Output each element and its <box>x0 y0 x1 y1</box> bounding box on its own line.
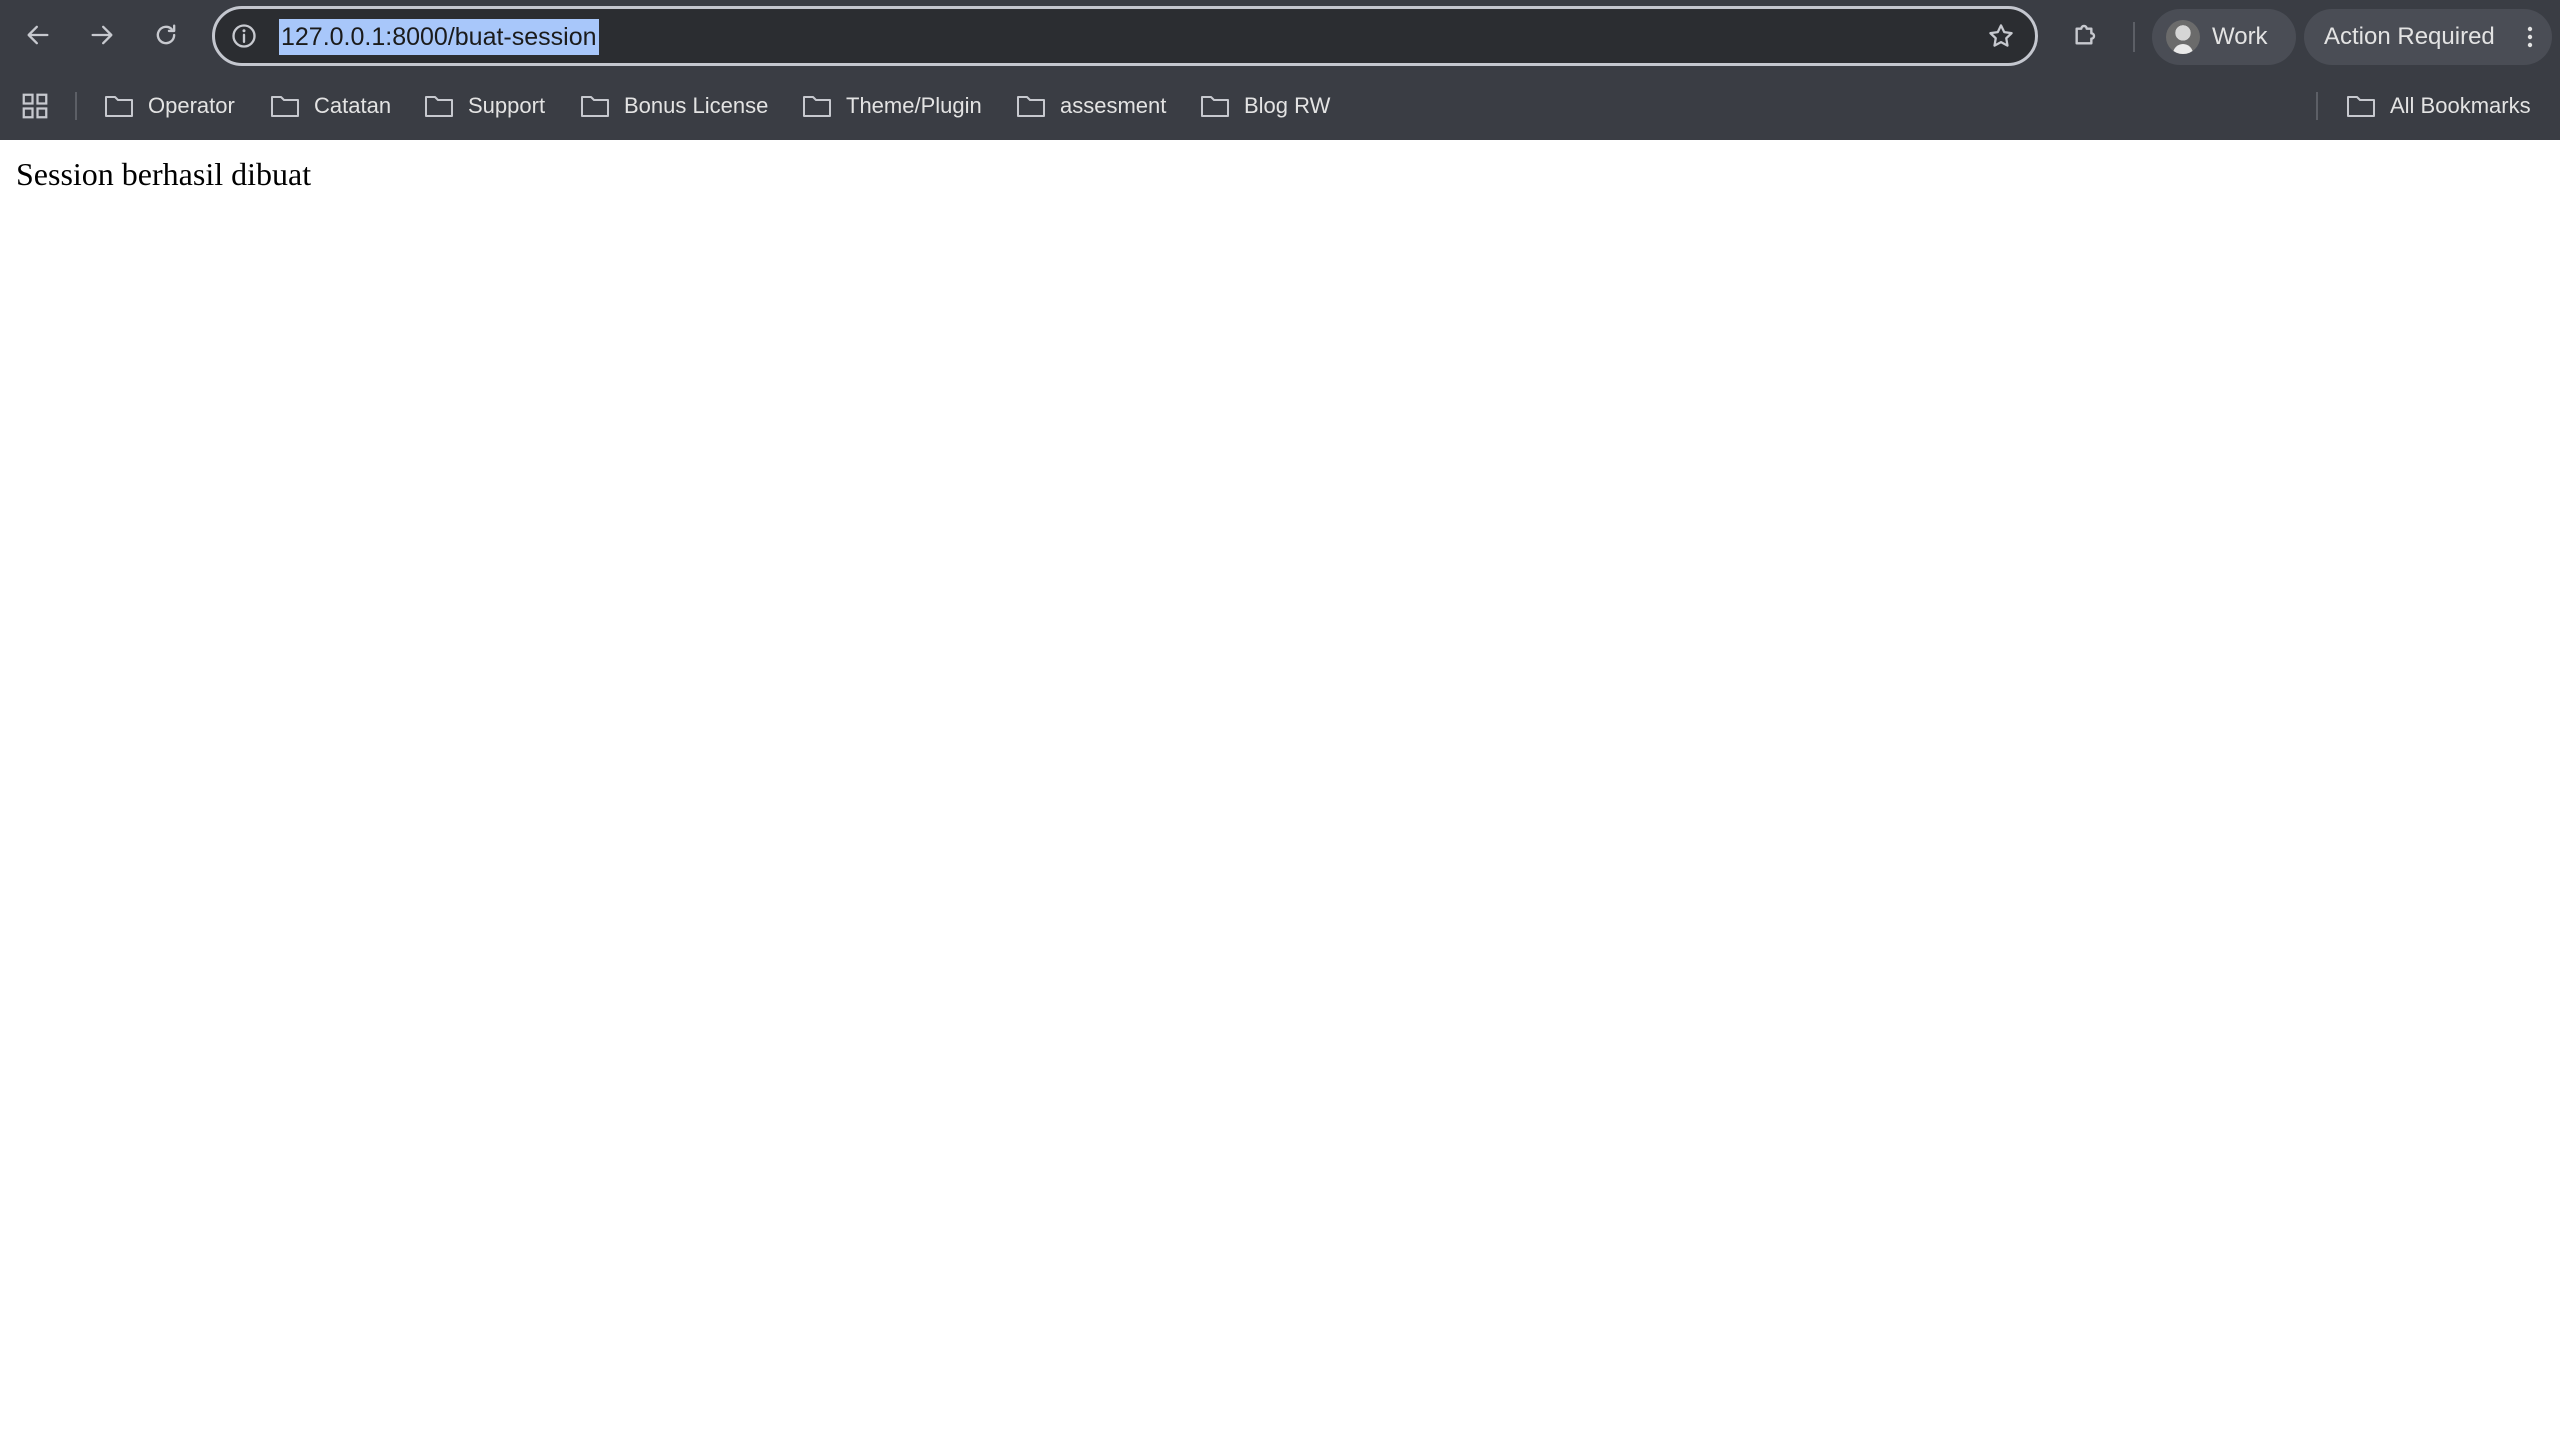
back-arrow-icon <box>24 21 52 54</box>
bookmarks-divider <box>75 92 77 120</box>
profile-button[interactable]: Work <box>2152 9 2296 65</box>
bookmark-folder-theme-plugin[interactable]: Theme/Plugin <box>802 84 982 128</box>
address-bar[interactable]: 127.0.0.1:8000/buat-session <box>212 6 2038 66</box>
bookmark-folder-operator[interactable]: Operator <box>104 84 235 128</box>
all-bookmarks-label: All Bookmarks <box>2390 93 2531 118</box>
forward-arrow-icon <box>88 21 116 54</box>
profile-label: Work <box>2212 23 2268 50</box>
bookmark-label: Bonus License <box>624 93 769 118</box>
extensions-button[interactable] <box>2066 16 2106 56</box>
bookmark-label: Catatan <box>314 93 392 118</box>
back-button[interactable] <box>14 13 62 61</box>
action-required-label: Action Required <box>2324 23 2495 50</box>
bookmark-label: Operator <box>148 93 235 118</box>
kebab-menu-icon[interactable] <box>2520 21 2540 53</box>
bookmark-folder-blog-rw[interactable]: Blog RW <box>1200 84 1330 128</box>
bookmark-label: Support <box>468 93 546 118</box>
star-icon[interactable] <box>1985 20 2017 52</box>
action-required-button[interactable]: Action Required <box>2304 9 2552 65</box>
reload-icon <box>152 21 180 54</box>
bookmark-label: Blog RW <box>1244 93 1331 118</box>
bookmark-label: Theme/Plugin <box>846 93 982 118</box>
bookmark-folder-assesment[interactable]: assesment <box>1016 84 1166 128</box>
toolbar-divider <box>2133 22 2135 52</box>
browser-chrome: 127.0.0.1:8000/buat-session Work Action … <box>0 0 2560 140</box>
all-bookmarks-divider <box>2316 92 2318 120</box>
bookmark-folder-bonus-license[interactable]: Bonus License <box>580 84 768 128</box>
folder-icon <box>1017 96 1045 117</box>
folder-icon <box>105 96 133 117</box>
puzzle-icon <box>2070 18 2102 55</box>
reload-button[interactable] <box>142 13 190 61</box>
folder-icon <box>271 96 299 117</box>
info-icon[interactable] <box>229 21 259 51</box>
folder-icon <box>2347 96 2375 117</box>
folder-icon <box>581 96 609 117</box>
all-bookmarks-button[interactable]: All Bookmarks <box>2346 84 2531 128</box>
forward-button[interactable] <box>78 13 126 61</box>
folder-icon <box>1201 96 1229 117</box>
apps-grid-icon[interactable] <box>18 89 52 123</box>
bookmark-folder-support[interactable]: Support <box>424 84 545 128</box>
bookmark-label: assesment <box>1060 93 1167 118</box>
avatar <box>2166 20 2200 54</box>
folder-icon <box>803 96 831 117</box>
browser-toolbar: 127.0.0.1:8000/buat-session Work Action … <box>0 0 2560 74</box>
bookmark-folder-catatan[interactable]: Catatan <box>270 84 391 128</box>
url-text[interactable]: 127.0.0.1:8000/buat-session <box>279 19 599 55</box>
bookmarks-bar: Operator Catatan Support Bonus License T… <box>0 74 2560 140</box>
page-message: Session berhasil dibuat <box>16 156 312 192</box>
folder-icon <box>425 96 453 117</box>
